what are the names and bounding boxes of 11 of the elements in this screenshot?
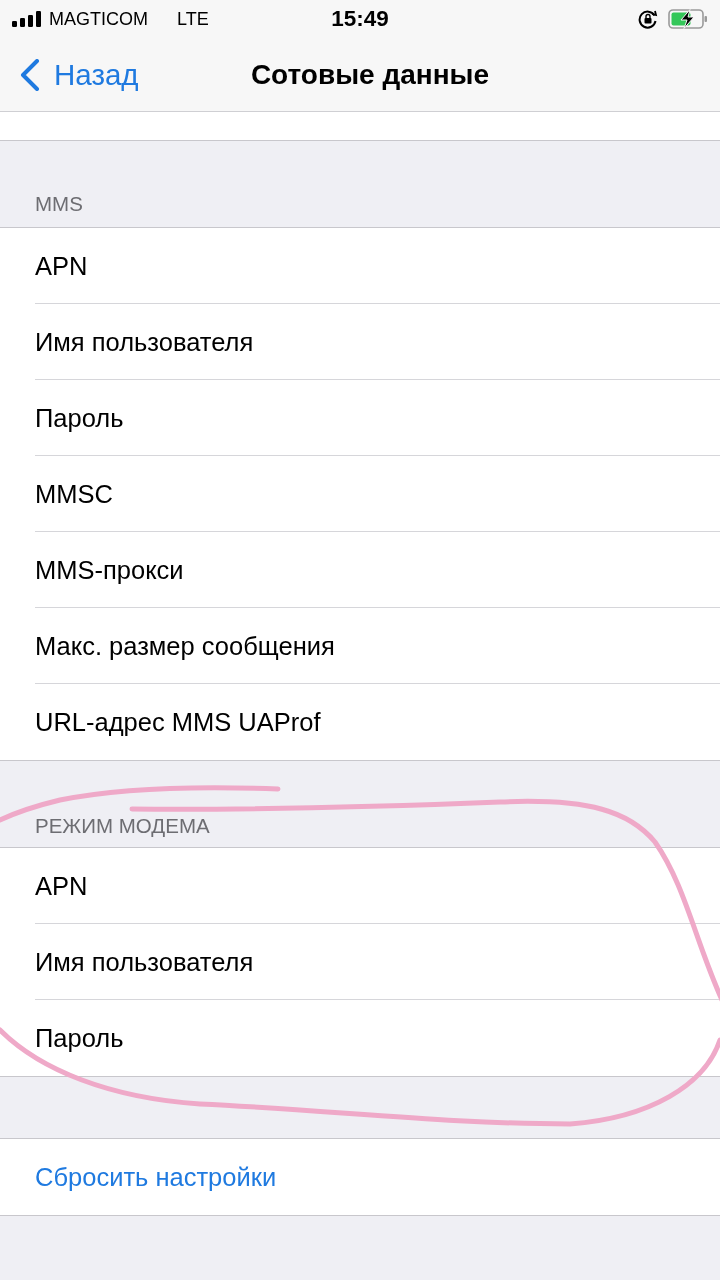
carrier-name: MAGTICOM <box>49 8 148 30</box>
back-button[interactable]: Назад <box>20 57 139 92</box>
orientation-lock-icon <box>638 9 658 29</box>
clock-time: 15:49 <box>331 6 389 32</box>
list-row[interactable] <box>0 112 720 141</box>
chevron-left-icon <box>20 58 40 91</box>
screen-title: Сотовые данные <box>250 58 490 91</box>
signal-icon <box>12 11 42 27</box>
section-header: MMS <box>35 192 83 215</box>
section-header: РЕЖИМ МОДЕМА <box>35 814 210 837</box>
network-type: LTE <box>177 8 209 30</box>
